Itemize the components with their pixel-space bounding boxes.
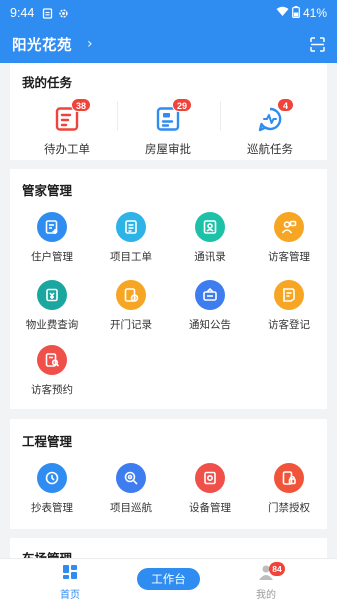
- task-house-approval[interactable]: 29 房屋审批: [118, 98, 218, 157]
- tab-mine[interactable]: 84 我的: [236, 562, 296, 600]
- grid-device-management[interactable]: 设备管理: [174, 463, 246, 515]
- notice-icon: [195, 280, 225, 310]
- grid-label: 开门记录: [110, 319, 152, 331]
- grid-door-records[interactable]: 开门记录: [95, 280, 167, 332]
- fee-icon: [37, 280, 67, 310]
- contacts-icon: [195, 212, 225, 242]
- grid-access-authorization[interactable]: 门禁授权: [253, 463, 325, 515]
- visitor-register-icon: [274, 280, 304, 310]
- grid-visitor-management[interactable]: 访客管理: [253, 212, 325, 264]
- my-tasks-card: 我的任务 38 待办工单 29 房屋审批 4 巡航任务: [10, 63, 327, 160]
- tab-label: 首页: [60, 590, 80, 600]
- task-todo-orders[interactable]: 38 待办工单: [17, 98, 117, 157]
- approval-icon: 29: [154, 98, 192, 133]
- battery-percent: 41%: [302, 6, 327, 20]
- grid-label: 项目工单: [110, 251, 152, 263]
- grid-label: 访客登记: [268, 319, 310, 331]
- scan-icon[interactable]: [310, 36, 325, 52]
- device-icon: [195, 463, 225, 493]
- grid-label: 通讯录: [194, 251, 226, 263]
- community-title[interactable]: 阳光花苑: [12, 34, 72, 55]
- door-log-icon: [116, 280, 146, 310]
- grid-label: 访客预约: [31, 384, 73, 396]
- bottom-tab-bar: 首页 工作台 84 我的: [0, 558, 337, 600]
- grid-resident-management[interactable]: 住户管理: [16, 212, 88, 264]
- settings-status-icon: [58, 8, 69, 19]
- grid-label: 访客管理: [268, 251, 310, 263]
- notification-badge: 84: [269, 562, 285, 576]
- task-label: 巡航任务: [247, 142, 293, 156]
- engineering-management-card: 工程管理 抄表管理 项目巡航 设备管理 门禁授权: [10, 419, 327, 529]
- grid-label: 项目巡航: [110, 502, 152, 514]
- butler-management-card: 管家管理 住户管理 项目工单 通讯录 访客管理 物业费查询 开门记录 通知公告 …: [10, 169, 327, 409]
- home-grid-icon: [40, 564, 100, 584]
- grid-contacts[interactable]: 通讯录: [174, 212, 246, 264]
- work-order-icon: [116, 212, 146, 242]
- grid-label: 物业费查询: [25, 319, 79, 331]
- meter-icon: [37, 463, 67, 493]
- grid-visitor-booking[interactable]: 访客预约: [16, 345, 88, 397]
- grid-meter-reading[interactable]: 抄表管理: [16, 463, 88, 515]
- task-label: 房屋审批: [145, 142, 191, 156]
- status-bar: 9:44 41%: [10, 4, 327, 22]
- my-tasks-title: 我的任务: [22, 75, 73, 90]
- header: 9:44 41% 阳光花苑 ›: [0, 0, 337, 63]
- project-patrol-icon: [116, 463, 146, 493]
- badge-count: 38: [70, 98, 91, 112]
- workbench-button[interactable]: 工作台: [137, 568, 200, 590]
- butler-management-title: 管家管理: [22, 183, 73, 198]
- chevron-right-icon[interactable]: ›: [87, 36, 93, 52]
- tab-label: 我的: [256, 590, 276, 600]
- grid-label: 住户管理: [31, 251, 73, 263]
- sim-icon: [42, 7, 53, 19]
- grid-label: 通知公告: [189, 319, 231, 331]
- tab-home[interactable]: 首页: [40, 564, 100, 600]
- grid-project-work-order[interactable]: 项目工单: [95, 212, 167, 264]
- task-label: 待办工单: [44, 142, 90, 156]
- visitor-booking-icon: [37, 345, 67, 375]
- wifi-icon: [276, 6, 289, 20]
- engineering-management-title: 工程管理: [22, 434, 73, 449]
- grid-label: 设备管理: [189, 502, 231, 514]
- battery-icon: [292, 5, 300, 21]
- grid-project-patrol[interactable]: 项目巡航: [95, 463, 167, 515]
- grid-notice[interactable]: 通知公告: [174, 280, 246, 332]
- resident-icon: [37, 212, 67, 242]
- visitor-icon: [274, 212, 304, 242]
- badge-count: 29: [171, 98, 192, 112]
- user-icon: [236, 564, 296, 584]
- patrol-chat-icon: 4: [256, 98, 294, 133]
- status-time: 9:44: [10, 6, 35, 20]
- badge-count: 4: [277, 98, 294, 112]
- grid-property-fee-query[interactable]: 物业费查询: [16, 280, 88, 332]
- grid-label: 门禁授权: [268, 502, 310, 514]
- access-icon: [274, 463, 304, 493]
- grid-label: 抄表管理: [31, 502, 73, 514]
- task-patrol[interactable]: 4 巡航任务: [220, 98, 320, 157]
- todo-list-icon: 38: [53, 98, 91, 133]
- grid-visitor-registration[interactable]: 访客登记: [253, 280, 325, 332]
